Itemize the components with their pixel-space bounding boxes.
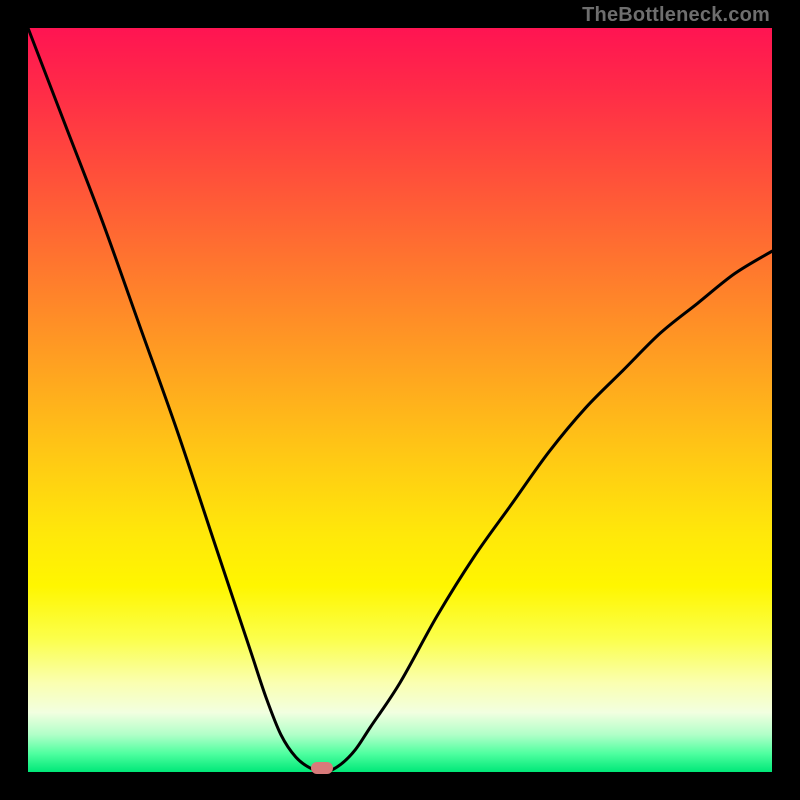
- optimal-marker: [311, 762, 333, 774]
- chart-container: TheBottleneck.com: [0, 0, 800, 800]
- plot-area: [28, 28, 772, 772]
- bottleneck-curve: [28, 28, 772, 772]
- watermark-text: TheBottleneck.com: [582, 4, 770, 27]
- curve-svg: [28, 28, 772, 772]
